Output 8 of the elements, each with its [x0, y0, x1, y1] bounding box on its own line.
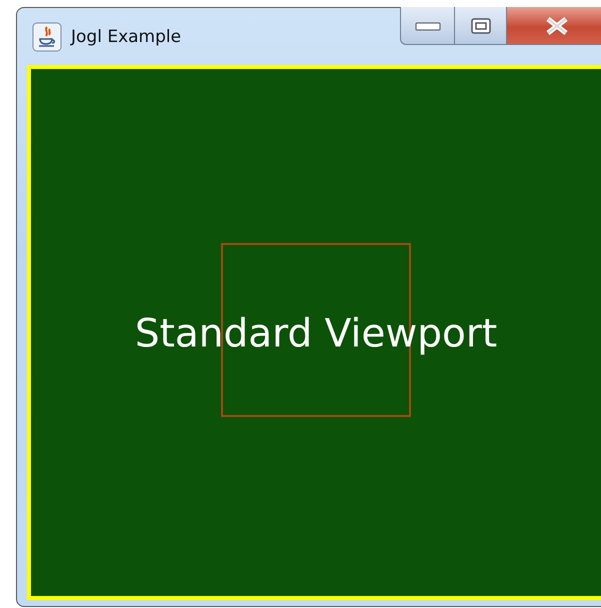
close-icon — [544, 16, 570, 36]
maximize-button[interactable] — [455, 7, 507, 45]
close-button[interactable] — [507, 7, 601, 45]
maximize-icon — [470, 16, 492, 34]
minimize-button[interactable] — [400, 7, 455, 45]
minimize-icon — [414, 20, 440, 30]
coffee-cup-icon — [32, 22, 62, 52]
window-title: Jogl Example — [71, 26, 182, 46]
